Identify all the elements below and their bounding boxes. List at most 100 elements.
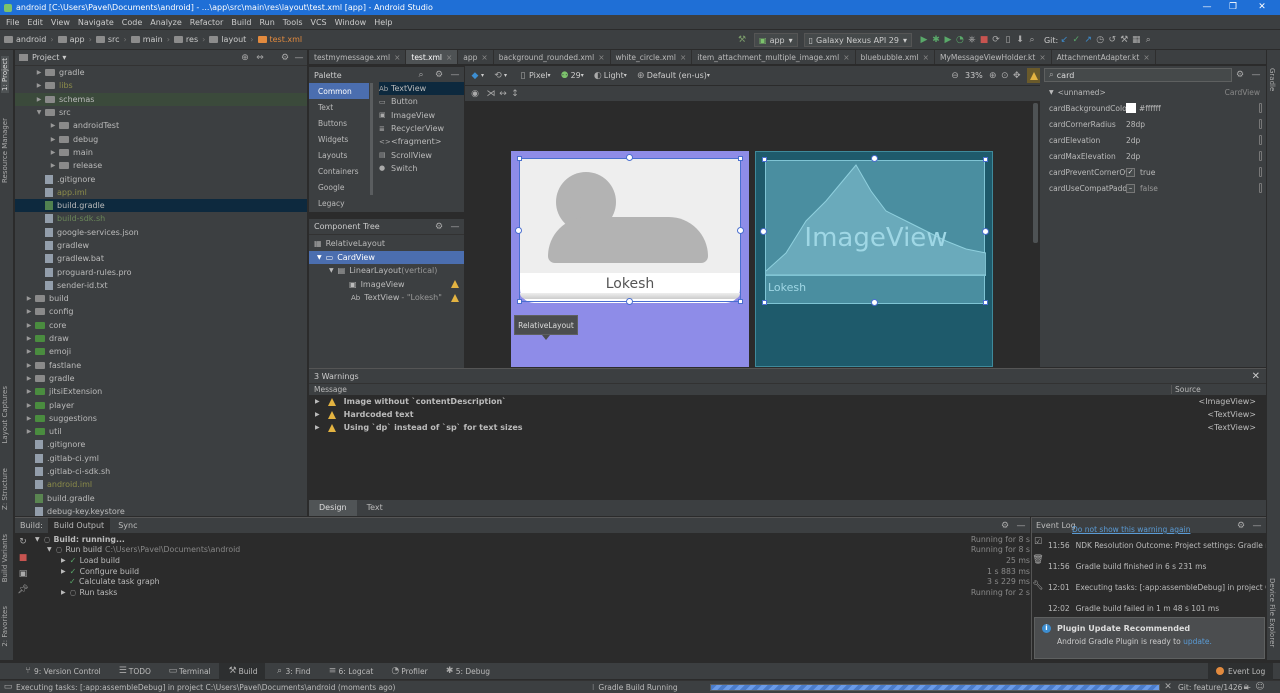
zoom-fit-icon[interactable]: ⊙ bbox=[999, 71, 1011, 81]
warning-row[interactable]: ▶ Hardcoded text <TextView> bbox=[309, 408, 1266, 421]
menu-tools[interactable]: Tools bbox=[283, 18, 303, 27]
tab-design[interactable]: Design bbox=[309, 500, 357, 516]
hide-icon[interactable]: — bbox=[1015, 521, 1027, 531]
tree-row[interactable]: app.iml bbox=[15, 186, 307, 199]
constraint-handle[interactable] bbox=[871, 155, 878, 162]
tree-row[interactable]: ▶ gradle bbox=[15, 372, 307, 385]
build-row[interactable]: ▼ ◌ Build: running... Running for 8 s bbox=[31, 534, 1030, 545]
tab-debug[interactable]: ✱ 5: Debug bbox=[436, 663, 498, 680]
build-row[interactable]: ▶ ✓ Load build 25 ms bbox=[31, 555, 1030, 566]
menu-vcs[interactable]: VCS bbox=[311, 18, 327, 27]
gradle-tab[interactable]: Gradle bbox=[1268, 68, 1276, 91]
attr-row-card-elevation[interactable]: cardElevation 2dp bbox=[1040, 132, 1266, 148]
gear-icon[interactable]: ⚙ bbox=[279, 53, 291, 63]
attr-value[interactable]: #ffffff bbox=[1139, 104, 1161, 113]
tab-logcat[interactable]: ≡ 6: Logcat bbox=[319, 663, 382, 680]
hide-icon[interactable]: — bbox=[449, 222, 461, 232]
gear-icon[interactable]: ⚙ bbox=[433, 222, 445, 232]
menu-analyze[interactable]: Analyze bbox=[150, 18, 182, 27]
canvas-scrollbar[interactable] bbox=[1033, 103, 1038, 243]
debug-icon[interactable]: ✱ bbox=[930, 35, 942, 45]
gear-icon[interactable]: ⚙ bbox=[433, 70, 445, 80]
tree-row[interactable]: ▶ gradle bbox=[15, 66, 307, 79]
palette-item-textview[interactable]: Ab TextView bbox=[379, 82, 464, 96]
tree-row[interactable]: ▶ jitsiExtension bbox=[15, 385, 307, 398]
attr-row-card-max-elevation[interactable]: cardMaxElevation 2dp bbox=[1040, 148, 1266, 164]
tree-row[interactable]: ▶ debug bbox=[15, 132, 307, 145]
hide-icon[interactable]: — bbox=[1250, 70, 1262, 80]
vertical-align-icon[interactable]: ↕ bbox=[509, 89, 521, 99]
locate-icon[interactable]: ⊕ bbox=[239, 53, 251, 63]
tree-row[interactable]: ▶ suggestions bbox=[15, 412, 307, 425]
close-icon[interactable]: ✕ bbox=[1249, 0, 1275, 15]
close-icon[interactable]: × bbox=[923, 53, 929, 62]
palette-category-widgets[interactable]: Widgets bbox=[309, 131, 369, 147]
tree-row[interactable]: .gitlab-ci-sdk.sh bbox=[15, 465, 307, 478]
palette-item-recyclerview[interactable]: ≣ RecyclerView bbox=[379, 122, 464, 135]
resize-handle[interactable] bbox=[738, 299, 743, 304]
close-icon[interactable]: × bbox=[680, 53, 686, 62]
inspector-icon[interactable]: ☺ bbox=[1254, 682, 1266, 692]
tab-app[interactable]: app × bbox=[458, 50, 494, 64]
tab-white-circle-xml[interactable]: white_circle.xml × bbox=[611, 50, 693, 64]
tree-row[interactable]: build-sdk.sh bbox=[15, 212, 307, 225]
gear-icon[interactable]: ⚙ bbox=[1234, 70, 1246, 80]
wrench-icon[interactable]: 🔧︎ bbox=[1032, 581, 1044, 591]
tree-row[interactable]: sender-id.txt bbox=[15, 279, 307, 292]
run-config-select[interactable]: ▣ app ▾ bbox=[754, 33, 798, 47]
coverage-icon[interactable]: ▶ bbox=[942, 35, 954, 45]
close-icon[interactable]: × bbox=[1143, 53, 1149, 62]
tree-node-textview[interactable]: Ab TextView - "Lokesh" bbox=[309, 291, 464, 305]
tree-row[interactable]: ▶ schemas bbox=[15, 92, 307, 106]
orientation-icon[interactable]: ⟲ bbox=[492, 71, 504, 81]
zoom-in-icon[interactable]: ⊕ bbox=[987, 71, 999, 81]
palette-category-text[interactable]: Text bbox=[309, 99, 369, 115]
source-column-header[interactable]: Source bbox=[1171, 385, 1201, 394]
maximize-icon[interactable]: ❐ bbox=[1220, 0, 1246, 15]
tree-row[interactable]: .gitignore bbox=[15, 172, 307, 185]
menu-build[interactable]: Build bbox=[231, 18, 251, 27]
device-file-explorer-tab[interactable]: Device File Explorer bbox=[1268, 578, 1276, 647]
resize-handle[interactable] bbox=[983, 157, 988, 162]
git-history-icon[interactable]: ◷ bbox=[1094, 35, 1106, 45]
git-commit-icon[interactable]: ✓ bbox=[1070, 35, 1082, 45]
tree-row[interactable]: ▶ libs bbox=[15, 79, 307, 92]
project-structure-icon[interactable]: ▦ bbox=[1130, 35, 1142, 45]
palette-item-switch[interactable]: ● Switch bbox=[379, 162, 464, 175]
palette-item-button[interactable]: ▭ Button bbox=[379, 95, 464, 108]
resize-handle[interactable] bbox=[517, 299, 522, 304]
sync-icon[interactable]: ⟳ bbox=[990, 35, 1002, 45]
resize-handle[interactable] bbox=[762, 157, 767, 162]
hide-icon[interactable]: — bbox=[293, 53, 305, 63]
tree-row[interactable]: .gitignore bbox=[15, 438, 307, 451]
tree-row[interactable]: ▶ config bbox=[15, 305, 307, 318]
attr-row-card-corner-radius[interactable]: cardCornerRadius 28dp bbox=[1040, 116, 1266, 132]
resource-manager-tab[interactable]: Resource Manager bbox=[1, 118, 9, 183]
eye-icon[interactable]: ◉ bbox=[469, 89, 481, 99]
breadcrumb-res[interactable]: res › bbox=[173, 35, 205, 44]
tab-item-attachment-xml[interactable]: item_attachment_multiple_image.xml × bbox=[692, 50, 856, 64]
minimize-icon[interactable]: — bbox=[1194, 0, 1220, 15]
attr-row-card-background-color[interactable]: cardBackgroundColor #ffffff bbox=[1040, 100, 1266, 116]
constraint-handle[interactable] bbox=[626, 298, 633, 305]
locale-select[interactable]: Default (en-us) bbox=[647, 71, 707, 80]
tree-row[interactable]: google-services.json bbox=[15, 226, 307, 239]
menu-help[interactable]: Help bbox=[374, 18, 392, 27]
hide-icon[interactable]: — bbox=[449, 70, 461, 80]
lock-icon[interactable]: 🔒︎ bbox=[1240, 682, 1252, 692]
breadcrumb-app[interactable]: app › bbox=[57, 35, 92, 44]
tree-row[interactable]: debug-key.keystore bbox=[15, 505, 307, 516]
palette-splitter[interactable] bbox=[370, 83, 373, 195]
build-row[interactable]: ✓ Calculate task graph 3 s 229 ms bbox=[31, 576, 1030, 587]
close-icon[interactable]: × bbox=[394, 53, 400, 62]
breadcrumb-layout[interactable]: layout › bbox=[209, 35, 254, 44]
breadcrumb-test-xml[interactable]: test.xml bbox=[257, 35, 302, 44]
breadcrumb-src[interactable]: src › bbox=[95, 35, 127, 44]
plugin-update-notification[interactable]: i Plugin Update Recommended Android Grad… bbox=[1034, 617, 1265, 659]
card-view-preview[interactable]: Lokesh bbox=[520, 159, 740, 303]
trash-icon[interactable]: 🗑︎ bbox=[1032, 555, 1044, 565]
status-toggle-icon[interactable]: ▭ bbox=[0, 682, 16, 692]
tab-bluebubble-xml[interactable]: bluebubble.xml × bbox=[856, 50, 935, 64]
build-variants-tab[interactable]: Build Variants bbox=[1, 534, 9, 582]
device-select[interactable]: ▯ Galaxy Nexus API 29 ▾ bbox=[803, 33, 912, 47]
